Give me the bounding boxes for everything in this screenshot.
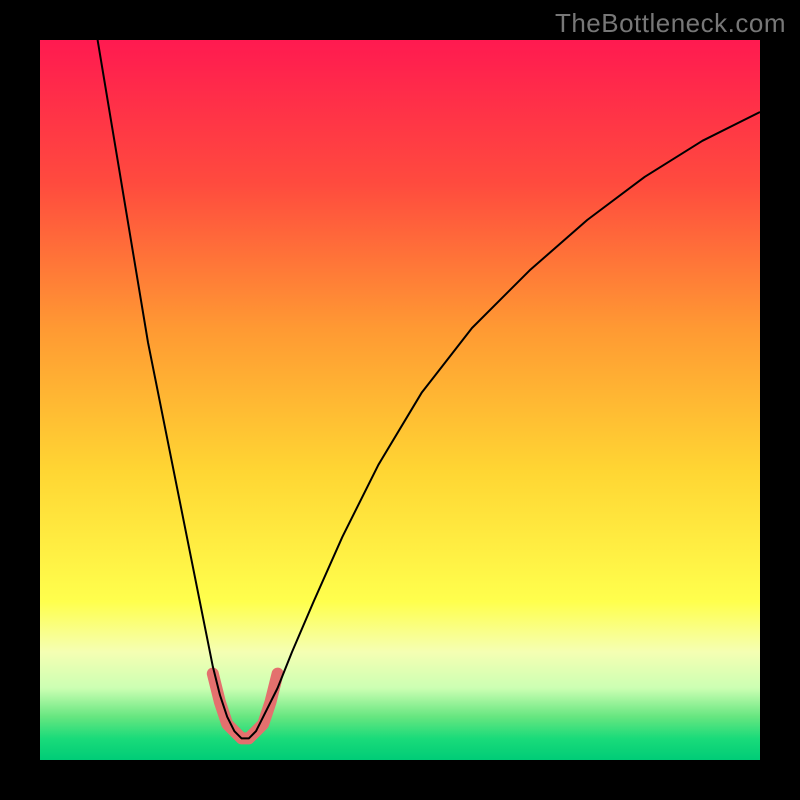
gradient-background [40, 40, 760, 760]
chart-frame: TheBottleneck.com [0, 0, 800, 800]
watermark-text: TheBottleneck.com [555, 8, 786, 39]
chart-svg [40, 40, 760, 760]
plot-area [40, 40, 760, 760]
